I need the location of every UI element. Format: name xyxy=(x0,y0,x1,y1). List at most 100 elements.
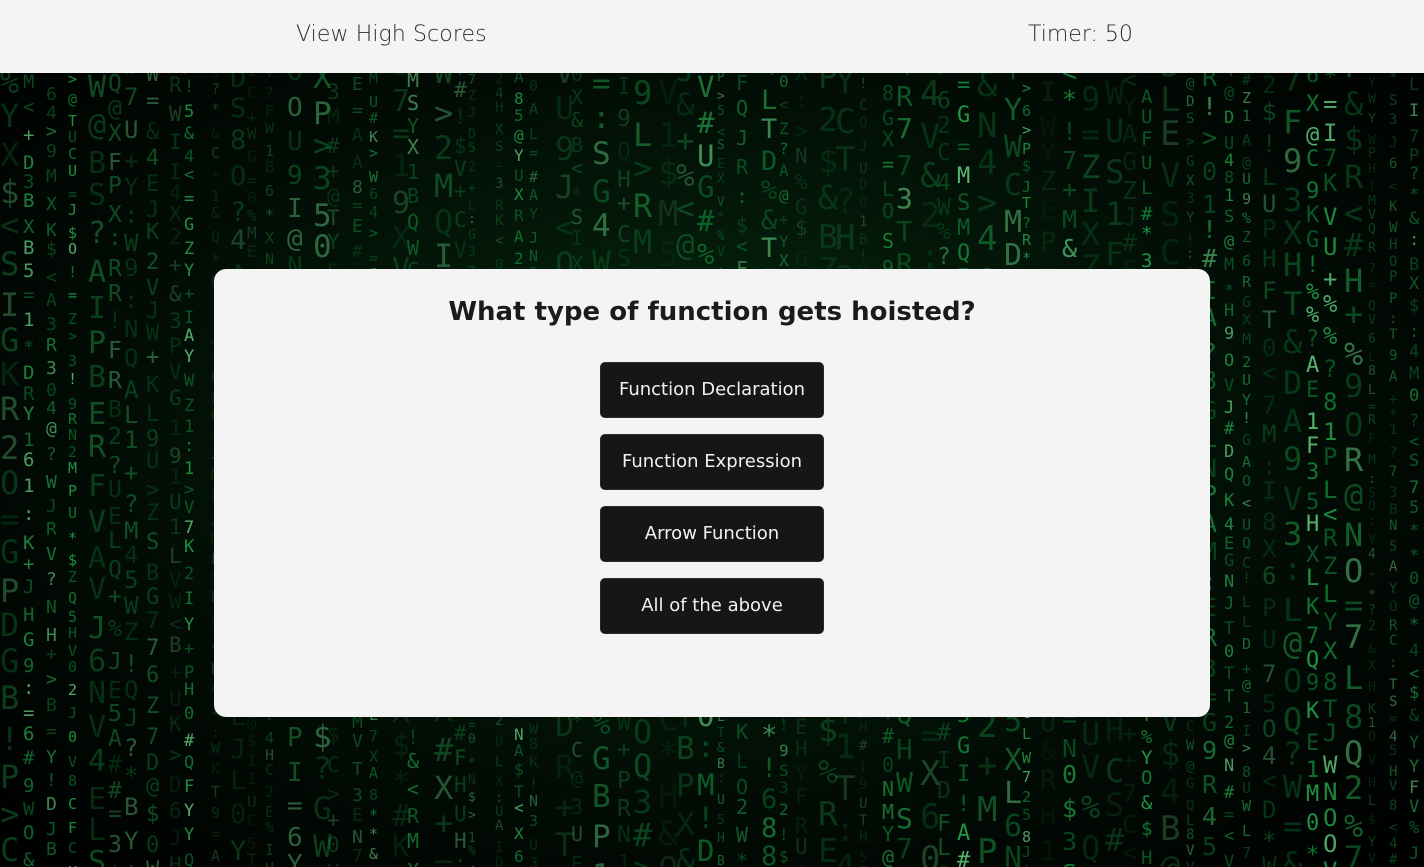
svg-text:O: O xyxy=(859,115,867,131)
answer-button-1[interactable]: Function Declaration xyxy=(600,362,824,418)
svg-text:>: > xyxy=(1022,79,1031,97)
svg-text:Y: Y xyxy=(882,822,894,846)
svg-text:O: O xyxy=(0,464,19,502)
svg-text:8: 8 xyxy=(529,735,538,753)
svg-text:U: U xyxy=(68,162,77,180)
svg-text:N: N xyxy=(88,676,106,711)
answer-button-4[interactable]: All of the above xyxy=(600,578,824,634)
svg-text:0: 0 xyxy=(68,728,77,746)
svg-text:V: V xyxy=(1160,156,1180,196)
svg-text:3: 3 xyxy=(529,854,538,867)
svg-text:T: T xyxy=(835,769,855,809)
svg-text:6: 6 xyxy=(1368,332,1376,347)
svg-text:9: 9 xyxy=(1344,367,1363,405)
svg-text:O: O xyxy=(1141,767,1152,789)
svg-text:N: N xyxy=(529,247,538,265)
svg-text:&: & xyxy=(1283,323,1303,361)
svg-text:?: ? xyxy=(1409,411,1419,431)
svg-text:@: @ xyxy=(779,186,789,205)
svg-text:%: % xyxy=(1323,290,1338,318)
svg-text:@: @ xyxy=(882,845,894,867)
svg-text:A: A xyxy=(957,821,970,846)
svg-text:&: & xyxy=(169,282,182,306)
svg-text:H: H xyxy=(1141,847,1152,867)
svg-text:2: 2 xyxy=(68,681,77,699)
svg-text:U: U xyxy=(68,128,77,146)
svg-text:*: * xyxy=(1409,615,1419,635)
svg-text:3: 3 xyxy=(779,778,789,797)
svg-text:7: 7 xyxy=(184,518,194,538)
svg-text:9: 9 xyxy=(23,775,34,797)
svg-text:O: O xyxy=(1389,254,1397,270)
svg-text:Y: Y xyxy=(230,836,246,867)
svg-text:B: B xyxy=(124,793,138,821)
svg-text:Y: Y xyxy=(779,232,789,251)
svg-text:A: A xyxy=(514,741,524,760)
svg-text:I: I xyxy=(0,286,19,324)
svg-text:A: A xyxy=(88,541,106,576)
svg-text:W: W xyxy=(1323,751,1338,779)
svg-text:6: 6 xyxy=(1262,562,1276,590)
svg-text:!: ! xyxy=(1202,215,1217,244)
svg-text:@: @ xyxy=(1344,476,1363,514)
svg-text:Q: Q xyxy=(211,228,220,246)
svg-text:J: J xyxy=(1224,594,1234,614)
svg-text:C: C xyxy=(247,811,257,830)
svg-text:!: ! xyxy=(1242,569,1251,587)
svg-text:*: * xyxy=(1389,407,1397,423)
svg-text:S: S xyxy=(882,229,894,253)
svg-text:H: H xyxy=(617,167,631,193)
svg-text:T: T xyxy=(835,140,855,180)
svg-text:R: R xyxy=(0,390,20,428)
svg-text:#: # xyxy=(529,168,538,186)
svg-text:H: H xyxy=(495,100,503,116)
svg-text:X: X xyxy=(407,135,419,159)
svg-text:6: 6 xyxy=(23,449,34,471)
answer-button-3[interactable]: Arrow Function xyxy=(600,506,824,562)
svg-text:D: D xyxy=(1262,796,1276,824)
svg-text:U: U xyxy=(514,166,524,185)
svg-text:9: 9 xyxy=(1202,736,1217,765)
svg-text:&: & xyxy=(1368,642,1376,657)
svg-text:F: F xyxy=(1306,434,1319,459)
svg-text:1: 1 xyxy=(1368,716,1376,731)
svg-text:+: + xyxy=(1323,265,1337,293)
svg-text:@: @ xyxy=(1306,123,1319,148)
svg-text:7: 7 xyxy=(1306,624,1319,649)
svg-text:B: B xyxy=(407,184,419,208)
svg-text:W: W xyxy=(1368,92,1376,107)
svg-text:Z: Z xyxy=(779,119,789,138)
svg-text:V: V xyxy=(717,195,725,210)
svg-text:3: 3 xyxy=(327,80,340,104)
svg-text:U: U xyxy=(571,822,583,846)
svg-text:N: N xyxy=(1389,518,1397,534)
svg-text:G: G xyxy=(169,386,182,410)
svg-text::: : xyxy=(1368,472,1376,487)
view-high-scores-link[interactable]: View High Scores xyxy=(296,22,487,47)
svg-text:1: 1 xyxy=(169,515,182,539)
svg-text:&: & xyxy=(761,205,778,236)
svg-text:H: H xyxy=(184,680,194,700)
svg-text:%: % xyxy=(937,219,951,245)
svg-text:#: # xyxy=(697,106,715,140)
svg-text:#: # xyxy=(1202,244,1217,273)
svg-text:9: 9 xyxy=(1283,440,1302,478)
svg-text:I: I xyxy=(169,130,182,154)
svg-text:Y: Y xyxy=(1242,391,1251,409)
svg-text:$: $ xyxy=(779,847,789,866)
svg-text:1: 1 xyxy=(1242,699,1251,717)
svg-text:!: ! xyxy=(46,770,57,791)
svg-text:N: N xyxy=(617,822,631,848)
svg-text:=: = xyxy=(108,801,122,827)
svg-text:U: U xyxy=(1141,106,1152,128)
svg-text:G: G xyxy=(592,741,611,777)
svg-text:Q: Q xyxy=(1368,222,1376,237)
answer-button-2[interactable]: Function Expression xyxy=(600,434,824,490)
svg-text:2: 2 xyxy=(937,113,951,139)
svg-text:T: T xyxy=(761,114,777,145)
svg-text:S: S xyxy=(1409,451,1419,471)
svg-text:J: J xyxy=(169,826,182,850)
svg-text:B: B xyxy=(676,731,695,767)
svg-text:R: R xyxy=(1040,765,1057,796)
svg-text:D: D xyxy=(937,778,951,804)
